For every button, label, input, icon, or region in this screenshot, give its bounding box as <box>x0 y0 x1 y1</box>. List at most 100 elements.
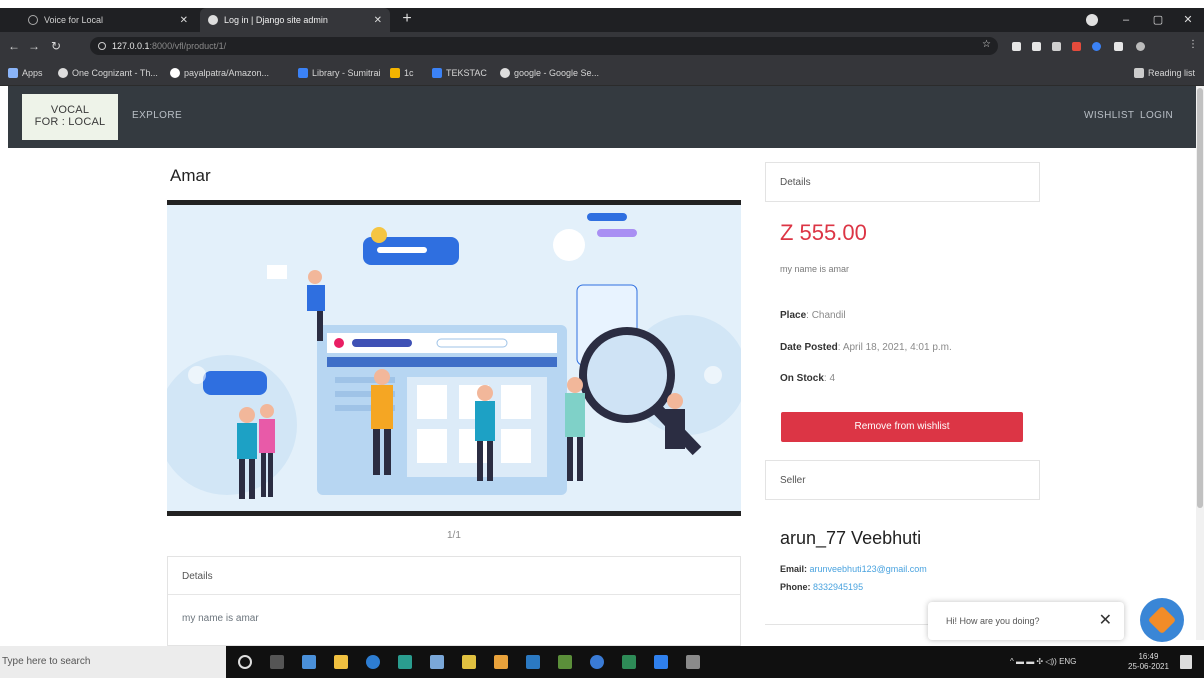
taskbar-clock[interactable]: 16:49 25-06-2021 <box>1128 652 1169 672</box>
sidebar-details-header: Details <box>780 177 811 188</box>
app-icon[interactable] <box>462 655 476 669</box>
bookmark-label: payalpatra/Amazon... <box>184 68 270 78</box>
new-tab-plus-icon[interactable]: + <box>398 10 416 28</box>
apps-grid-icon <box>8 68 18 78</box>
bookmark-tekstac[interactable]: TEKSTAC <box>432 60 487 86</box>
excel-icon[interactable] <box>622 655 636 669</box>
details-description: my name is amar <box>182 613 259 624</box>
nav-explore[interactable]: EXPLORE <box>132 110 182 121</box>
app-icon[interactable] <box>430 655 444 669</box>
edge-icon[interactable] <box>366 655 380 669</box>
bookmark-one-cognizant[interactable]: One Cognizant - Th... <box>58 60 158 86</box>
extension-icon[interactable] <box>1072 42 1081 51</box>
calendar-icon[interactable] <box>302 655 316 669</box>
extensions-puzzle-icon[interactable] <box>1114 42 1123 51</box>
extension-icon[interactable] <box>1092 42 1101 51</box>
tab-title: Voice for Local <box>44 15 104 25</box>
address-bar[interactable]: 127.0.0.1 :8000/vfl/product/1/ <box>90 37 998 55</box>
product-details-card: Details my name is amar <box>167 556 741 646</box>
product-image <box>167 200 741 516</box>
email-link[interactable]: arunveebhuti123@gmail.com <box>810 564 927 574</box>
back-arrow-icon[interactable]: ← <box>4 32 24 60</box>
app-icon[interactable] <box>590 655 604 669</box>
chat-icon <box>1147 605 1177 635</box>
reload-icon[interactable]: ↻ <box>46 32 66 60</box>
info-icon[interactable] <box>98 42 106 50</box>
email-label: Email: <box>780 564 808 574</box>
seller-email: Email: arunveebhuti123@gmail.com <box>780 564 927 574</box>
extension-icon[interactable] <box>1032 42 1041 51</box>
phone-link[interactable]: 8332945195 <box>813 582 863 592</box>
tab-django-admin[interactable]: Log in | Django site admin ✕ <box>200 8 390 32</box>
tab-voice-for-local[interactable]: Voice for Local ✕ <box>20 8 196 32</box>
chat-message: Hi! How are you doing? <box>946 616 1040 626</box>
close-icon[interactable]: ✕ <box>374 15 382 26</box>
bookmark-github[interactable]: payalpatra/Amazon... <box>170 60 269 86</box>
system-tray[interactable]: ^ ▬ ▬ ✣ ◁)) ENG <box>1010 646 1076 678</box>
store-icon[interactable] <box>334 655 348 669</box>
place-value: Chandil <box>811 310 846 321</box>
remove-from-wishlist-button[interactable]: Remove from wishlist <box>781 412 1023 442</box>
minimize-icon[interactable]: – <box>1114 8 1138 32</box>
product-price: Z 555.00 <box>780 220 867 245</box>
task-view-icon[interactable] <box>270 655 284 669</box>
chat-greeting-bubble[interactable]: Hi! How are you doing? ✕ <box>928 602 1124 640</box>
product-title: Amar <box>170 166 211 185</box>
app-icon[interactable] <box>526 655 540 669</box>
c-logo-icon <box>432 68 442 78</box>
reading-list-icon <box>1134 68 1144 78</box>
stock-label: On Stock <box>780 373 824 384</box>
tray-language: ENG <box>1059 657 1077 666</box>
vscode-icon[interactable] <box>654 655 668 669</box>
clock-date: 25-06-2021 <box>1128 662 1169 671</box>
maximize-icon[interactable]: ▢ <box>1146 8 1170 32</box>
page-scrollbar[interactable] <box>1196 86 1204 640</box>
bookmark-library[interactable]: Library - Sumitrai <box>298 60 381 86</box>
reading-list-button[interactable]: Reading list <box>1134 60 1195 86</box>
forward-arrow-icon[interactable]: → <box>24 32 44 60</box>
close-icon[interactable]: ✕ <box>180 15 188 26</box>
seller-name: arun_77 Veebhuti <box>780 528 922 548</box>
menu-kebab-icon[interactable]: ⋮ <box>1188 39 1198 50</box>
app-icon[interactable] <box>558 655 572 669</box>
bookmark-apps[interactable]: Apps <box>8 60 43 86</box>
globe-icon <box>208 15 218 25</box>
sidebar-details-card: Details <box>765 162 1040 202</box>
seller-phone: Phone: 8332945195 <box>780 582 863 592</box>
window-close-icon[interactable]: ✕ <box>1176 8 1200 32</box>
avatar[interactable] <box>1136 42 1145 51</box>
globe-icon <box>58 68 68 78</box>
cortana-icon[interactable] <box>238 655 252 669</box>
extension-icon[interactable] <box>1012 42 1021 51</box>
bookmark-star-icon[interactable]: ☆ <box>982 39 991 50</box>
site-logo[interactable]: VOCAL FOR : LOCAL <box>22 94 118 140</box>
profile-icon[interactable] <box>1086 14 1098 26</box>
tab-title: Log in | Django site admin <box>224 15 328 25</box>
bookmark-label: 1c <box>404 68 414 78</box>
chrome-icon[interactable] <box>494 655 508 669</box>
notifications-icon[interactable] <box>1180 655 1192 669</box>
scrollbar-thumb[interactable] <box>1197 88 1203 508</box>
nav-wishlist[interactable]: WISHLIST <box>1084 110 1134 121</box>
globe-icon <box>500 68 510 78</box>
bookmark-google[interactable]: google - Google Se... <box>500 60 599 86</box>
meta-date-posted: Date Posted: April 18, 2021, 4:01 p.m. <box>780 342 952 353</box>
globe-icon <box>28 15 38 25</box>
bookmark-label: Library - Sumitrai <box>312 68 381 78</box>
chat-launcher-button[interactable] <box>1140 598 1184 642</box>
bookmarks-bar: Apps One Cognizant - Th... payalpatra/Am… <box>0 60 1204 86</box>
app-icon[interactable] <box>398 655 412 669</box>
taskbar-search-input[interactable]: Type here to search <box>0 646 226 678</box>
place-label: Place <box>780 310 807 321</box>
app-icon[interactable] <box>686 655 700 669</box>
extension-icon[interactable] <box>1052 42 1061 51</box>
close-icon[interactable]: ✕ <box>1099 610 1112 630</box>
bookmark-1c[interactable]: 1c <box>390 60 414 86</box>
sidebar-description: my name is amar <box>780 264 850 274</box>
stock-value: 4 <box>829 373 836 384</box>
nav-login[interactable]: LOGIN <box>1140 110 1173 121</box>
c-logo-icon <box>298 68 308 78</box>
reading-list-label: Reading list <box>1148 68 1196 78</box>
os-taskbar: Type here to search ^ ▬ ▬ ✣ ◁)) ENG 16:4… <box>0 646 1204 678</box>
browser-toolbar: ← → ↻ 127.0.0.1 :8000/vfl/product/1/ ☆ ⋮ <box>0 32 1204 60</box>
